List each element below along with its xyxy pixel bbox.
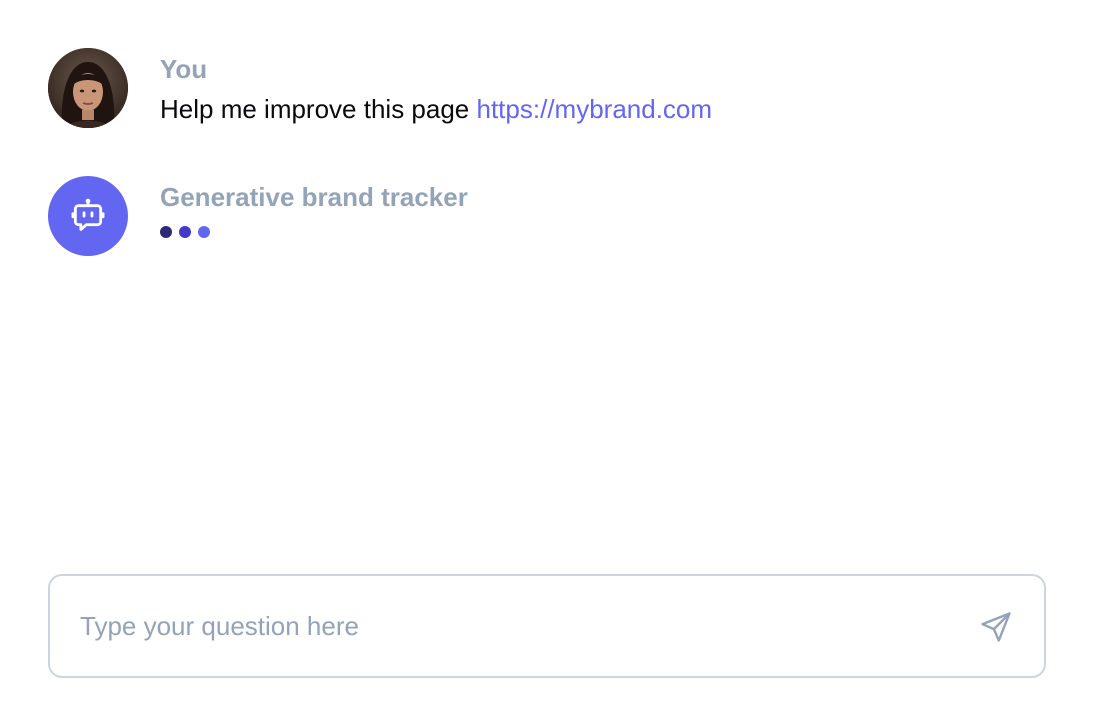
- question-input[interactable]: [80, 576, 940, 676]
- robot-icon: [71, 198, 105, 231]
- send-icon: [981, 612, 1011, 642]
- chat-panel: You Help me improve this page https://my…: [0, 0, 1096, 728]
- typing-indicator: [160, 226, 468, 238]
- send-button[interactable]: [978, 609, 1014, 645]
- message-body-text: Help me improve this page: [160, 94, 470, 124]
- typing-dot: [179, 226, 191, 238]
- message-text: Help me improve this page https://mybran…: [160, 93, 712, 125]
- sender-name: Generative brand tracker: [160, 182, 468, 212]
- typing-dot: [198, 226, 210, 238]
- bot-avatar: [48, 176, 128, 256]
- message-bot: Generative brand tracker: [48, 176, 468, 256]
- message-composer: [48, 574, 1046, 678]
- user-photo-icon: [48, 48, 128, 128]
- sender-name: You: [160, 54, 208, 84]
- message-link[interactable]: https://mybrand.com: [477, 94, 713, 124]
- message-user: You Help me improve this page https://my…: [48, 48, 712, 128]
- user-avatar: [48, 48, 128, 128]
- typing-dot: [160, 226, 172, 238]
